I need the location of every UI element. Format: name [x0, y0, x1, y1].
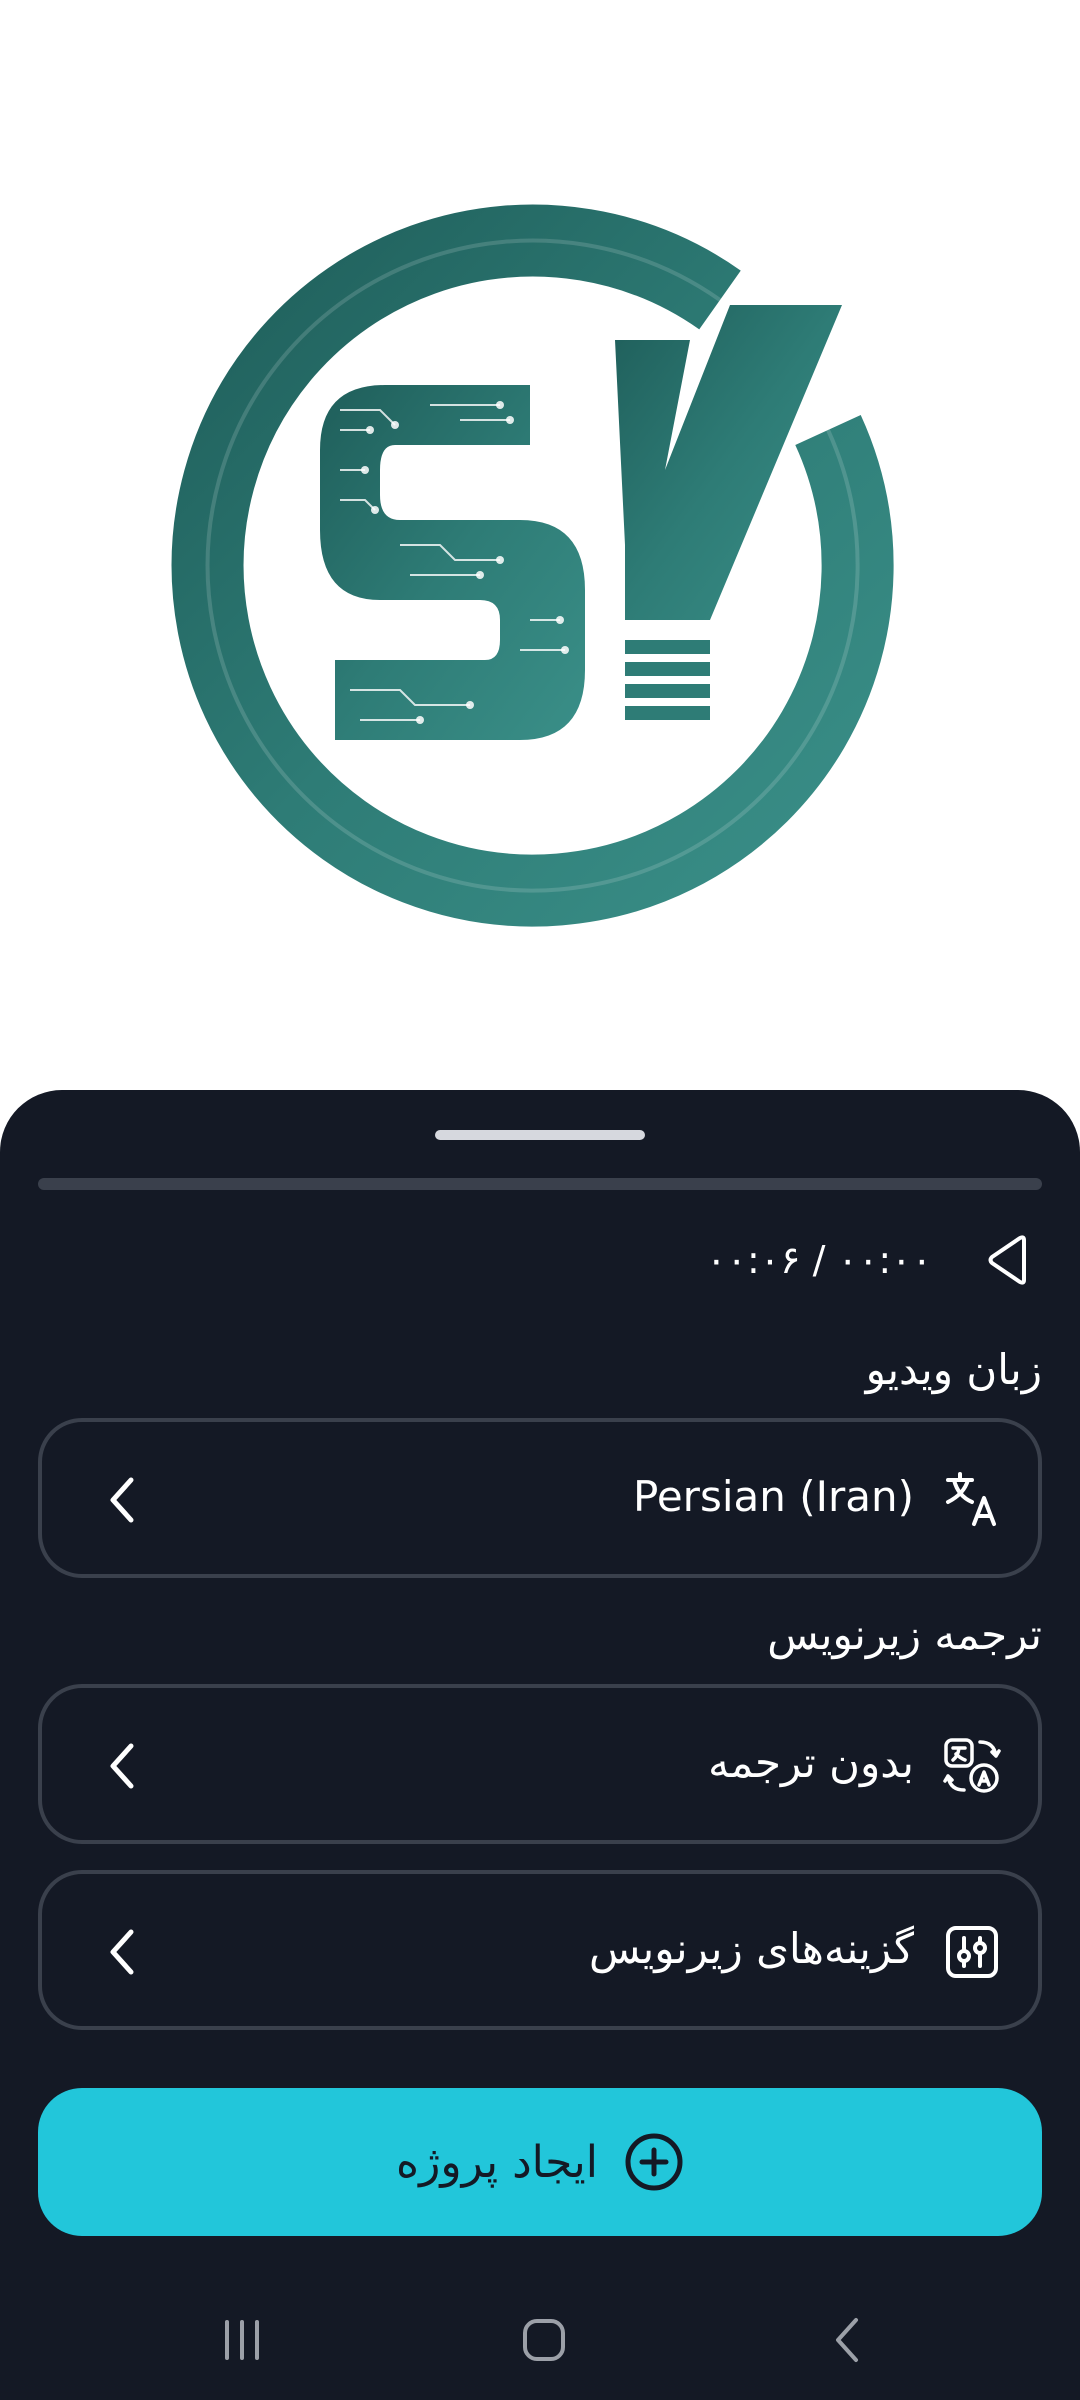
- subtitle-options-value: گزینه‌های زیرنویس: [589, 1924, 914, 1973]
- system-navigation-bar: [0, 2280, 1080, 2400]
- play-button[interactable]: [978, 1228, 1042, 1292]
- video-progress-bar[interactable]: [38, 1178, 1042, 1190]
- subtitle-translation-label: ترجمه زیرنویس: [767, 1610, 1042, 1659]
- player-controls: ۰۰:۰۶ / ۰۰:۰۰: [38, 1220, 1042, 1300]
- time-display: ۰۰:۰۶ / ۰۰:۰۰: [706, 1238, 932, 1282]
- video-language-select[interactable]: Persian (Iran): [38, 1418, 1042, 1578]
- recents-icon: [225, 2320, 259, 2360]
- subtitle-translation-select[interactable]: بدون ترجمه: [38, 1684, 1042, 1844]
- back-button[interactable]: [806, 2310, 886, 2370]
- play-icon: [988, 1235, 1026, 1285]
- sy-logo: [171, 204, 894, 927]
- language-swap-icon: [942, 1736, 1002, 1796]
- chevron-left-icon: [102, 1742, 142, 1790]
- home-icon: [523, 2319, 565, 2361]
- recents-button[interactable]: [202, 2310, 282, 2370]
- video-language-label: زبان ویدیو: [865, 1345, 1042, 1394]
- chevron-left-icon: [102, 1928, 142, 1976]
- subtitle-options-select[interactable]: گزینه‌های زیرنویس: [38, 1870, 1042, 2030]
- subtitle-translation-value: بدون ترجمه: [708, 1738, 914, 1787]
- video-preview[interactable]: [0, 0, 1080, 1090]
- plus-circle-icon: [624, 2132, 684, 2192]
- sliders-icon: [942, 1922, 1002, 1982]
- home-button[interactable]: [504, 2310, 584, 2370]
- create-project-label: ایجاد پروژه: [396, 2136, 598, 2188]
- chevron-left-icon: [102, 1476, 142, 1524]
- bottom-sheet: ۰۰:۰۶ / ۰۰:۰۰ زبان ویدیو Persian (Iran) …: [0, 1090, 1080, 2400]
- create-project-button[interactable]: ایجاد پروژه: [38, 2088, 1042, 2236]
- sheet-drag-handle[interactable]: [435, 1130, 645, 1140]
- back-icon: [836, 2318, 858, 2362]
- translate-icon: [942, 1470, 1002, 1530]
- video-language-value: Persian (Iran): [633, 1472, 914, 1521]
